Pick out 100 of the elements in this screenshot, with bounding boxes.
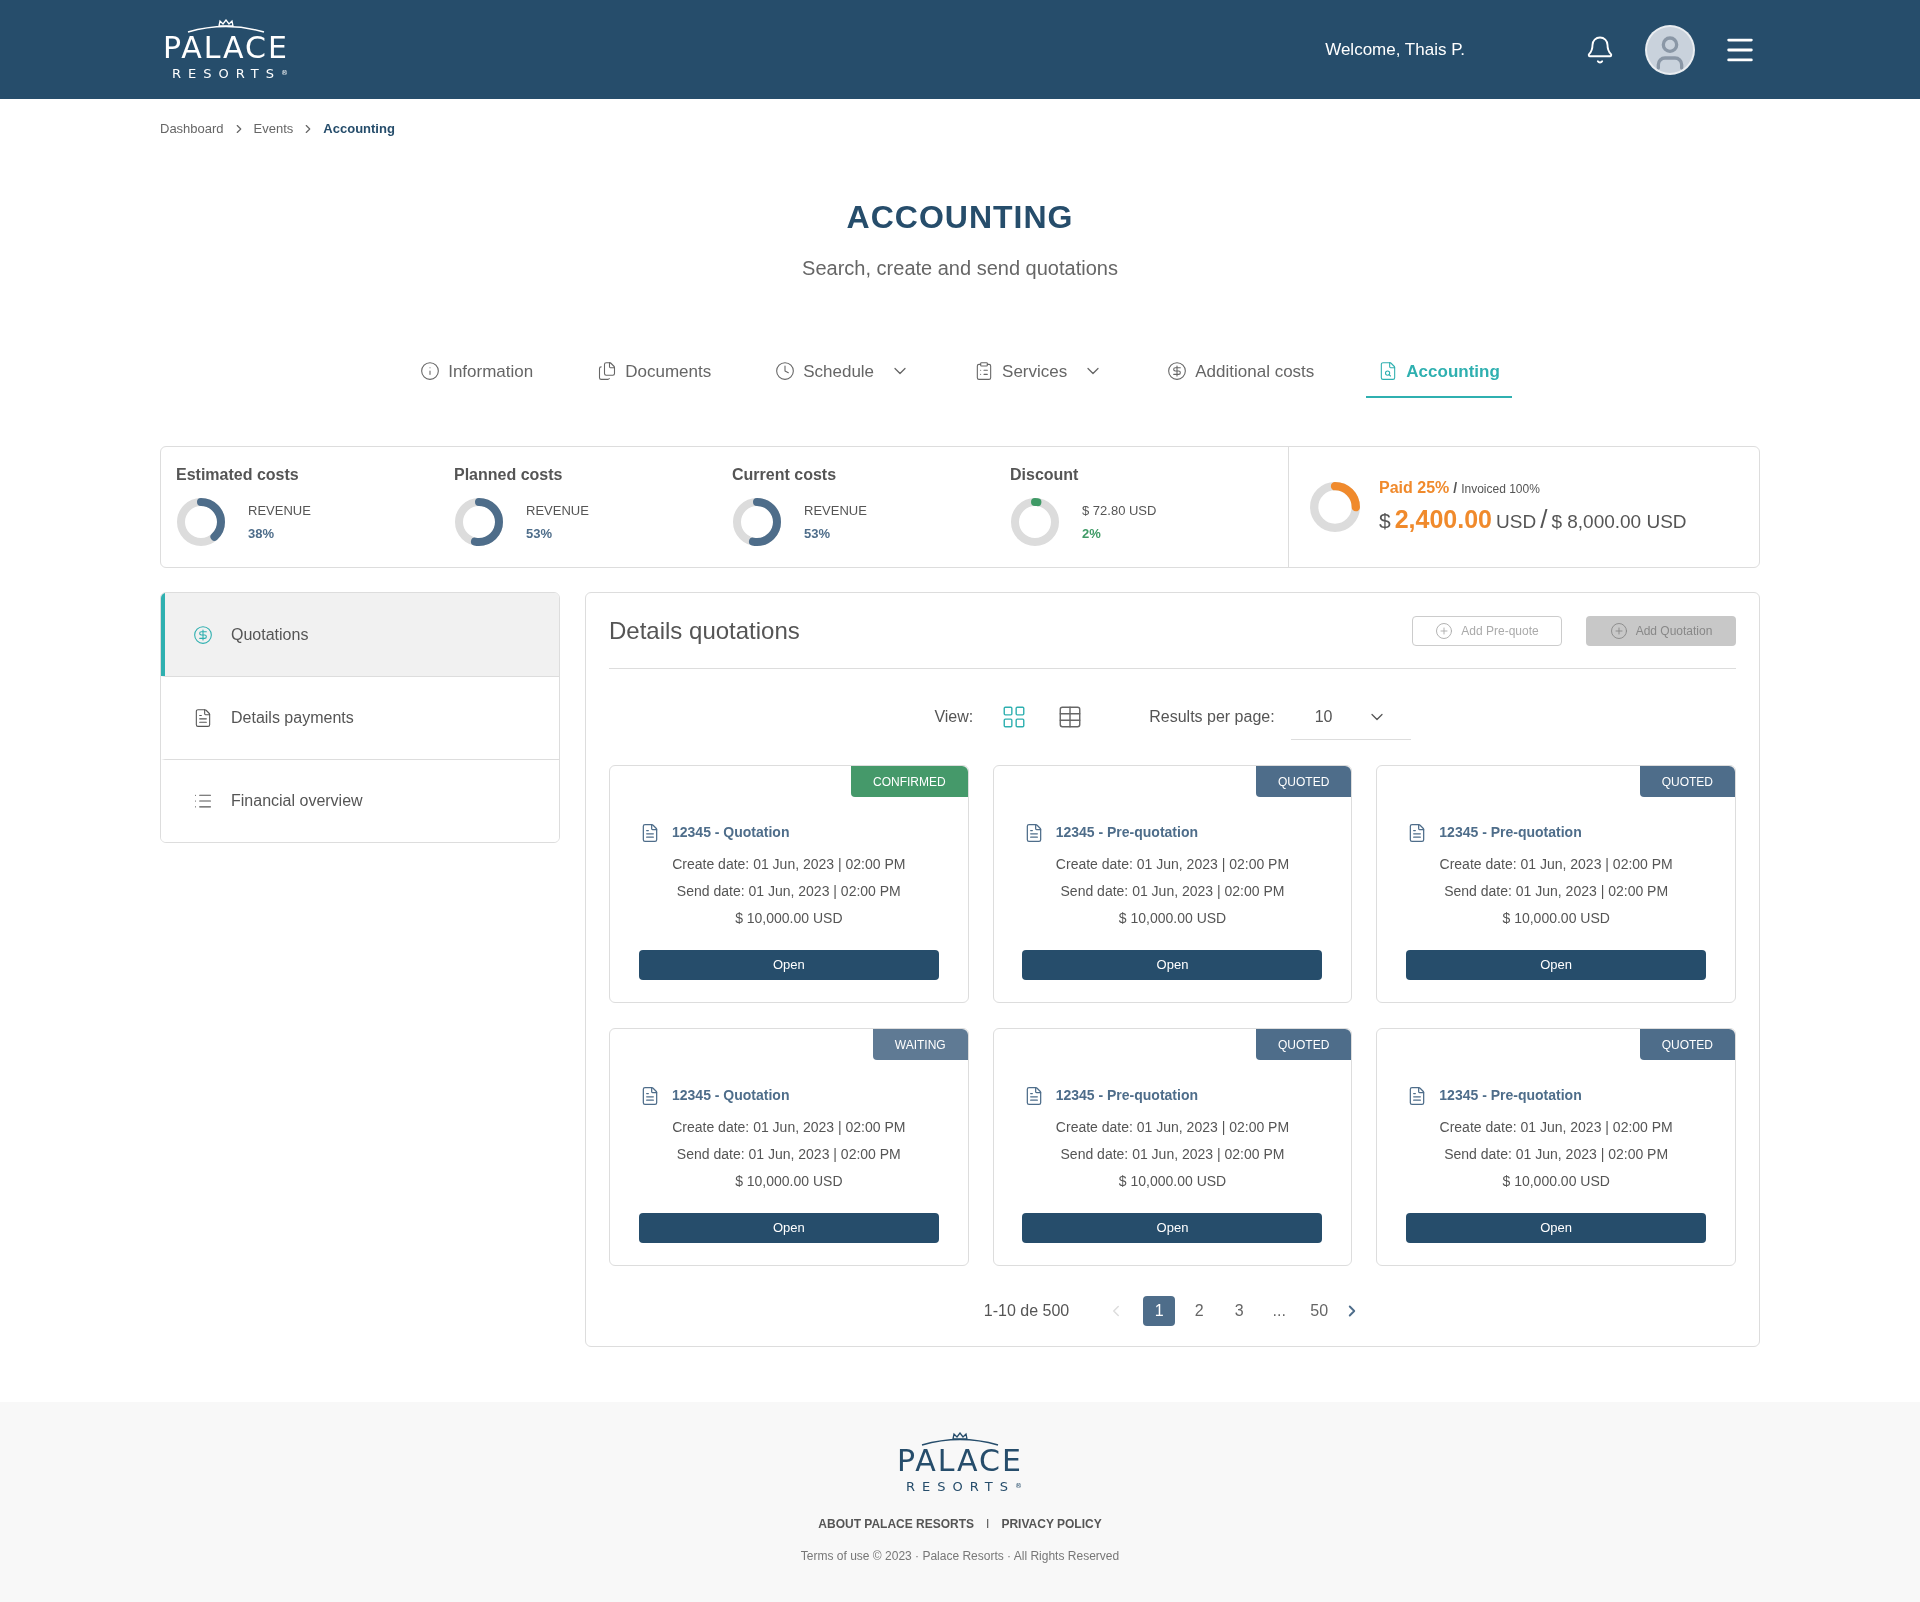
paid-amount: 2,400.00 bbox=[1394, 503, 1492, 535]
page-button[interactable]: 50 bbox=[1303, 1296, 1336, 1326]
card-title: 12345 - Quotation bbox=[672, 1086, 790, 1105]
info-icon bbox=[420, 361, 441, 382]
currency-unit: USD bbox=[1496, 509, 1537, 534]
card-title: 12345 - Pre-quotation bbox=[1439, 823, 1582, 842]
logo-subtitle: RESORTS$^{®}$ bbox=[905, 1480, 1022, 1493]
amount-text: $ 10,000.00 USD bbox=[735, 909, 843, 928]
documents-icon bbox=[597, 361, 618, 382]
status-badge: QUOTED bbox=[1639, 1029, 1735, 1060]
page-button[interactable]: 1 bbox=[1143, 1296, 1176, 1326]
status-badge: CONFIRMED bbox=[851, 766, 968, 797]
create-date: Create date: 01 Jun, 2023 | 02:00 PM bbox=[1055, 1118, 1290, 1137]
logo-subtitle: RESORTS$^{®}$ bbox=[171, 67, 288, 80]
breadcrumb-link[interactable]: Accounting bbox=[323, 119, 395, 139]
donut-chart bbox=[1010, 497, 1060, 547]
create-date: Create date: 01 Jun, 2023 | 02:00 PM bbox=[1055, 855, 1290, 874]
currency-text: $ bbox=[1379, 507, 1391, 534]
breadcrumb-link[interactable]: Dashboard bbox=[160, 119, 224, 139]
sidebar-item[interactable]: Quotations bbox=[161, 593, 559, 676]
welcome-text: Welcome, Thais P. bbox=[1325, 38, 1465, 61]
status-badge: WAITING bbox=[872, 1029, 968, 1060]
logo[interactable]: PALACE RESORTS$^{®}$ bbox=[163, 19, 289, 80]
metric-label: REVENUE bbox=[526, 501, 589, 520]
avatar[interactable] bbox=[1645, 24, 1695, 75]
crown-icon bbox=[920, 1432, 1000, 1446]
tab[interactable]: Information bbox=[408, 354, 546, 398]
results-label: Results per page: bbox=[1149, 707, 1275, 727]
plus-icon bbox=[1435, 621, 1454, 640]
tab[interactable]: Services bbox=[962, 354, 1116, 398]
send-date: Send date: 01 Jun, 2023 | 02:00 PM bbox=[1060, 882, 1285, 901]
separator-text: / bbox=[1453, 478, 1458, 498]
amount-text: $ 10,000.00 USD bbox=[735, 1172, 843, 1191]
logo[interactable]: PALACE RESORTS$^{®}$ bbox=[897, 1432, 1023, 1493]
tab[interactable]: Schedule bbox=[763, 354, 923, 398]
footer-link[interactable]: PRIVACY POLICY bbox=[1001, 1515, 1102, 1533]
dollar-icon bbox=[193, 624, 213, 645]
status-badge: QUOTED bbox=[1639, 766, 1735, 797]
logo-word: PALACE bbox=[163, 33, 289, 63]
total-amount: $ 8,000.00 USD bbox=[1551, 509, 1687, 534]
metric-value: 53% bbox=[526, 525, 554, 543]
open-button[interactable]: Open bbox=[1022, 950, 1323, 980]
send-date: Send date: 01 Jun, 2023 | 02:00 PM bbox=[1444, 882, 1669, 901]
metric-label: $ 72.80 USD bbox=[1082, 501, 1157, 520]
results-dropdown[interactable]: 10 bbox=[1290, 694, 1411, 740]
amount-text: $ 10,000.00 USD bbox=[1118, 909, 1227, 928]
footer-link[interactable]: ABOUT PALACE RESORTS bbox=[818, 1515, 975, 1533]
card-title: 12345 - Pre-quotation bbox=[1055, 1086, 1199, 1105]
donut-chart bbox=[176, 497, 226, 547]
tab[interactable]: Additional costs bbox=[1155, 354, 1327, 398]
invoiced-label: Invoiced 100% bbox=[1461, 480, 1540, 498]
send-date: Send date: 01 Jun, 2023 | 02:00 PM bbox=[676, 1145, 901, 1164]
breadcrumb-link[interactable]: Events bbox=[253, 119, 294, 139]
view-label: View: bbox=[934, 707, 974, 727]
copyright-text: Terms of use © 2023 · Palace Resorts · All Rights Reserved bbox=[800, 1548, 1120, 1565]
paid-label: Paid 25% bbox=[1379, 477, 1450, 498]
status-badge: QUOTED bbox=[1256, 1029, 1352, 1060]
tab[interactable]: Documents bbox=[585, 354, 724, 398]
amount-text: $ 10,000.00 USD bbox=[1118, 1172, 1227, 1191]
sidebar-item[interactable]: Financial overview bbox=[161, 759, 559, 842]
amount-text: $ 10,000.00 USD bbox=[1502, 909, 1610, 928]
card-title: 12345 - Pre-quotation bbox=[1439, 1086, 1582, 1105]
logo-word: PALACE bbox=[897, 1446, 1023, 1476]
page-subtitle: Search, create and send quotations bbox=[801, 255, 1119, 281]
create-date: Create date: 01 Jun, 2023 | 02:00 PM bbox=[1439, 1118, 1673, 1137]
open-button[interactable]: Open bbox=[638, 950, 939, 980]
metric-label: REVENUE bbox=[804, 501, 867, 520]
page-button[interactable]: ... bbox=[1263, 1296, 1296, 1326]
clock-icon bbox=[775, 361, 796, 382]
create-date: Create date: 01 Jun, 2023 | 02:00 PM bbox=[672, 855, 906, 874]
metric-title: Estimated costs bbox=[176, 465, 300, 485]
send-date: Send date: 01 Jun, 2023 | 02:00 PM bbox=[1060, 1145, 1285, 1164]
create-date: Create date: 01 Jun, 2023 | 02:00 PM bbox=[1439, 855, 1673, 874]
metric-value: 2% bbox=[1082, 525, 1102, 543]
crown-icon bbox=[186, 19, 266, 33]
plus-icon bbox=[1609, 621, 1628, 640]
page-button[interactable]: 3 bbox=[1223, 1296, 1256, 1326]
page-button[interactable]: 2 bbox=[1183, 1296, 1216, 1326]
donut-chart bbox=[1309, 481, 1361, 533]
send-date: Send date: 01 Jun, 2023 | 02:00 PM bbox=[676, 882, 901, 901]
metric-value: 53% bbox=[804, 525, 832, 543]
send-date: Send date: 01 Jun, 2023 | 02:00 PM bbox=[1444, 1145, 1669, 1164]
metric-title: Planned costs bbox=[454, 465, 564, 485]
document-icon bbox=[640, 822, 660, 843]
metric-label: REVENUE bbox=[248, 501, 311, 520]
card-title: 12345 - Pre-quotation bbox=[1055, 823, 1199, 842]
panel-title: Details quotations bbox=[609, 615, 800, 646]
separator-text: I bbox=[986, 1516, 990, 1533]
donut-chart bbox=[732, 497, 782, 547]
metric-title: Current costs bbox=[732, 465, 838, 485]
open-button[interactable]: Open bbox=[1406, 1213, 1707, 1243]
dollar-icon bbox=[1167, 361, 1188, 382]
document-icon bbox=[640, 1085, 660, 1106]
donut-chart bbox=[454, 497, 504, 547]
create-date: Create date: 01 Jun, 2023 | 02:00 PM bbox=[672, 1118, 906, 1137]
separator-text: / bbox=[1540, 502, 1548, 536]
status-badge: QUOTED bbox=[1256, 766, 1352, 797]
open-button[interactable]: Open bbox=[1022, 1213, 1323, 1243]
open-button[interactable]: Open bbox=[638, 1213, 939, 1243]
open-button[interactable]: Open bbox=[1406, 950, 1707, 980]
